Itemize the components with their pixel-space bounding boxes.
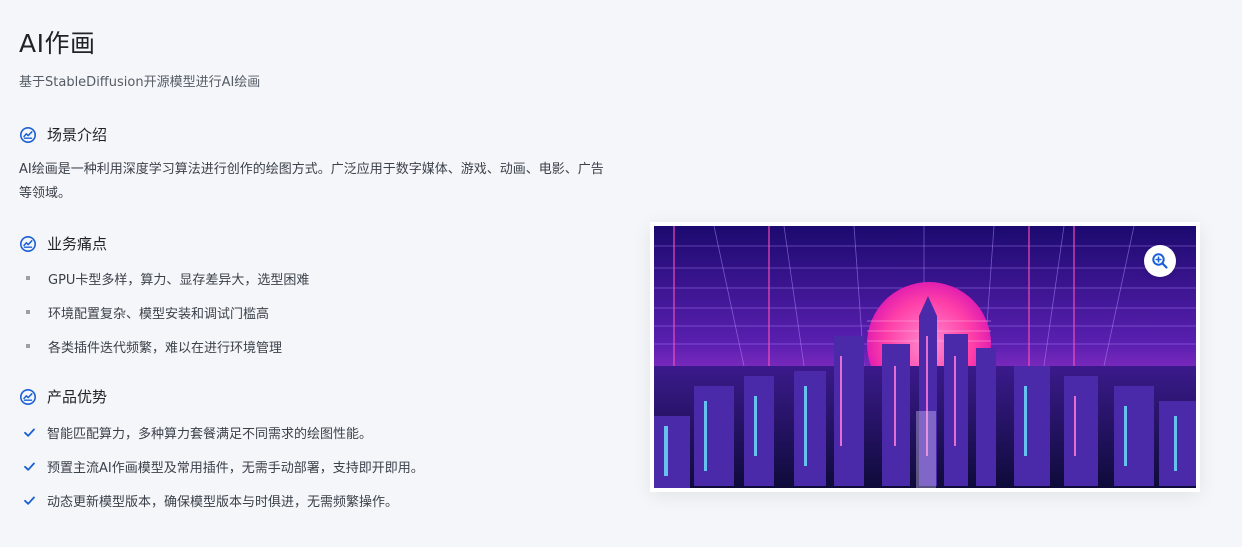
page-subtitle: 基于StableDiffusion开源模型进行AI绘画 (19, 75, 261, 90)
list-item: GPU卡型多样，算力、显存差异大，选型困难 (19, 261, 309, 295)
check-icon (24, 462, 35, 471)
illustration-card (650, 222, 1200, 492)
zoom-in-button[interactable] (1144, 245, 1176, 277)
page: AI作画 基于StableDiffusion开源模型进行AI绘画 场景介绍 AI… (0, 0, 1242, 547)
check-icon (24, 496, 35, 505)
list-item: 环境配置复杂、模型安装和调试门槛高 (19, 295, 309, 329)
list-item: 各类插件迭代频繁，难以在进行环境管理 (19, 329, 309, 363)
list-item-text: 环境配置复杂、模型安装和调试门槛高 (48, 306, 270, 322)
cyberpunk-city-illustration (654, 226, 1196, 488)
zoom-in-icon (1152, 253, 1168, 269)
section-pain-title: 业务痛点 (47, 235, 108, 253)
list-item-text: 动态更新模型版本，确保模型版本与时俱进，无需频繁操作。 (47, 494, 399, 510)
section-intro-title: 场景介绍 (47, 126, 108, 144)
section-advantages-title: 产品优势 (47, 388, 108, 406)
page-title: AI作画 (19, 29, 96, 58)
list-item-text: 各类插件迭代频繁，难以在进行环境管理 (48, 340, 283, 356)
section-intro-text: AI绘画是一种利用深度学习算法进行创作的绘图方式。广泛应用于数字媒体、游戏、动画… (19, 162, 604, 201)
list-item: 动态更新模型版本，确保模型版本与时俱进，无需频繁操作。 (19, 483, 424, 517)
scene-icon (20, 235, 36, 252)
bullet-dot-icon (26, 276, 30, 280)
list-item: 智能匹配算力，多种算力套餐满足不同需求的绘图性能。 (19, 415, 424, 449)
bullet-dot-icon (26, 310, 30, 314)
section-intro-header: 场景介绍 (19, 124, 107, 145)
advantages-list: 智能匹配算力，多种算力套餐满足不同需求的绘图性能。 预置主流AI作画模型及常用插… (19, 415, 424, 517)
scene-icon (20, 126, 36, 143)
section-pain-header: 业务痛点 (19, 233, 107, 254)
list-item-text: 预置主流AI作画模型及常用插件，无需手动部署，支持即开即用。 (47, 460, 424, 476)
list-item: 预置主流AI作画模型及常用插件，无需手动部署，支持即开即用。 (19, 449, 424, 483)
pain-points-list: GPU卡型多样，算力、显存差异大，选型困难 环境配置复杂、模型安装和调试门槛高 … (19, 261, 309, 363)
list-item-text: GPU卡型多样，算力、显存差异大，选型困难 (48, 272, 310, 288)
section-advantages-header: 产品优势 (19, 386, 107, 407)
bullet-dot-icon (26, 344, 30, 348)
check-icon (24, 428, 35, 437)
list-item-text: 智能匹配算力，多种算力套餐满足不同需求的绘图性能。 (47, 426, 373, 442)
scene-icon (20, 388, 36, 405)
